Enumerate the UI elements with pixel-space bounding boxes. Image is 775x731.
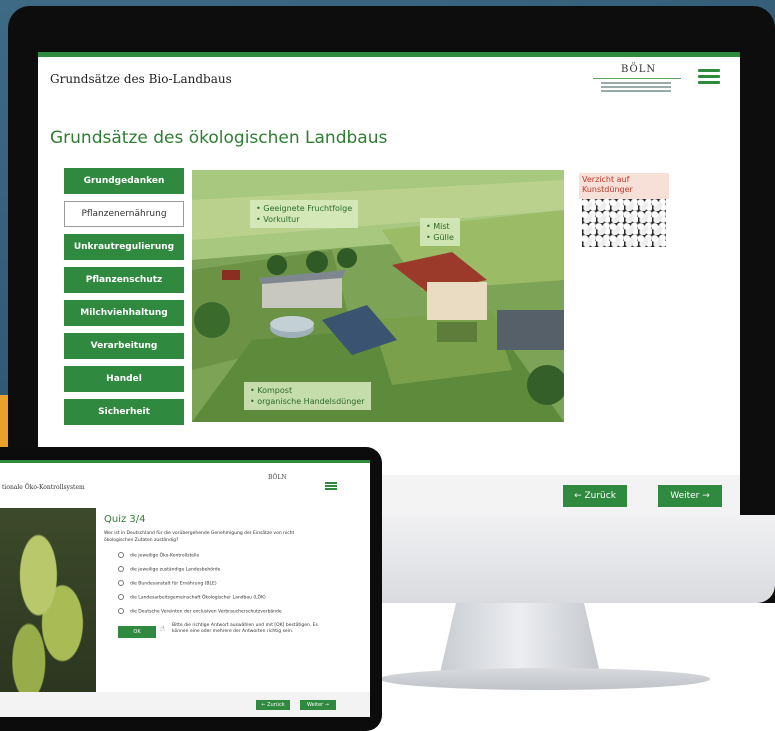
boeln-logo: BÖLN: [593, 64, 683, 104]
quiz-option[interactable]: die jeweilige zuständige Landesbehörde: [118, 566, 220, 573]
quiz-hint: Bitte die richtige Antwort auswählen und…: [172, 623, 318, 634]
nav-item-handel[interactable]: Handel: [64, 366, 184, 392]
callout-crop-rotation-line2: Vorkultur: [263, 215, 300, 224]
tablet-screen: tionale Öko-Kontrollsystem BÖLN Quiz 3/4…: [0, 460, 370, 717]
nav-item-sicherheit[interactable]: Sicherheit: [64, 399, 184, 425]
pointer-hand-icon: ☝: [160, 624, 165, 633]
quiz-option-label: die Deutsche Vereinten der exclusiven Ve…: [130, 609, 282, 615]
callout-crop-rotation-line1: Geeignete Fruchtfolge: [263, 204, 353, 213]
monitor-stand: [440, 603, 600, 673]
header-accent-bar: [38, 52, 740, 57]
quiz-option[interactable]: die Landesarbeitsgemeinschaft Ökologisch…: [118, 594, 266, 601]
back-button[interactable]: ← Zurück: [563, 485, 627, 507]
quiz-option-label: die jeweilige Öko-Kontrollstelle: [130, 553, 200, 559]
nav-item-milchviehhaltung[interactable]: Milchviehhaltung: [64, 300, 184, 326]
quiz-question: Wer ist in Deutschland für die vorüberge…: [104, 531, 295, 543]
nav-item-unkrautregulierung[interactable]: Unkrautregulierung: [64, 234, 184, 260]
side-card-no-fertilizer: Verzicht auf Kunstdünger: [579, 173, 669, 249]
callout-manure-line2: Gülle: [433, 233, 454, 242]
logo-subtext: [601, 82, 671, 84]
nav-item-verarbeitung[interactable]: Verarbeitung: [64, 333, 184, 359]
fertilizer-pellets-image: [582, 199, 666, 247]
nav-item-pflanzenernaehrung[interactable]: Pflanzenernährung: [64, 201, 184, 227]
hops-image: [0, 508, 96, 700]
logo-divider: [593, 78, 681, 79]
callout-crop-rotation: • Geeignete Fruchtfolge • Vorkultur: [250, 200, 359, 228]
nav-item-grundgedanken[interactable]: Grundgedanken: [64, 168, 184, 194]
quiz-title: Quiz 3/4: [104, 514, 146, 525]
radio-icon[interactable]: [118, 594, 124, 600]
callout-compost-line1: Kompost: [257, 386, 293, 395]
tablet-header-accent: [0, 460, 370, 463]
tablet-back-button[interactable]: ← Zurück: [256, 700, 290, 710]
page-title: Grundsätze des ökologischen Landbaus: [50, 128, 388, 148]
quiz-option[interactable]: die jeweilige Öko-Kontrollstelle: [118, 552, 199, 559]
callout-compost: • Kompost • organische Handelsdünger: [244, 382, 371, 410]
callout-manure: • Mist • Gülle: [420, 218, 460, 246]
nav-item-pflanzenschutz[interactable]: Pflanzenschutz: [64, 267, 184, 293]
radio-icon[interactable]: [118, 580, 124, 586]
radio-icon[interactable]: [118, 608, 124, 614]
farm-illustration: • Geeignete Fruchtfolge • Vorkultur • Mi…: [192, 170, 564, 422]
logo-text: BÖLN: [621, 64, 657, 75]
tablet-header-title: tionale Öko-Kontrollsystem: [2, 484, 85, 491]
radio-icon[interactable]: [118, 566, 124, 572]
ok-button[interactable]: OK: [118, 626, 156, 638]
header-title: Grundsätze des Bio-Landbaus: [50, 72, 232, 86]
monitor-stand-base: [380, 668, 710, 690]
callout-compost-line2: organische Handelsdünger: [257, 397, 365, 406]
hamburger-menu-icon[interactable]: [698, 69, 720, 85]
quiz-option[interactable]: die Deutsche Vereinten der exclusiven Ve…: [118, 608, 282, 615]
desktop-screen: Grundsätze des Bio-Landbaus BÖLN Grundsä…: [38, 52, 740, 515]
quiz-option[interactable]: die Bundesanstalt für Ernährung (BLE): [118, 580, 217, 587]
quiz-option-label: die Bundesanstalt für Ernährung (BLE): [130, 581, 217, 587]
topic-nav: Grundgedanken Pflanzenernährung Unkrautr…: [64, 168, 186, 432]
next-button[interactable]: Weiter →: [658, 485, 722, 507]
side-card-label: Verzicht auf Kunstdünger: [579, 173, 669, 199]
quiz-option-label: die jeweilige zuständige Landesbehörde: [130, 567, 221, 573]
callout-manure-line1: Mist: [433, 222, 450, 231]
radio-icon[interactable]: [118, 552, 124, 558]
tablet-next-button[interactable]: Weiter →: [300, 700, 336, 710]
tablet-hamburger-menu-icon[interactable]: [325, 482, 337, 490]
tablet-logo-text: BÖLN: [268, 474, 287, 481]
quiz-option-label: die Landesarbeitsgemeinschaft Ökologisch…: [130, 595, 266, 601]
